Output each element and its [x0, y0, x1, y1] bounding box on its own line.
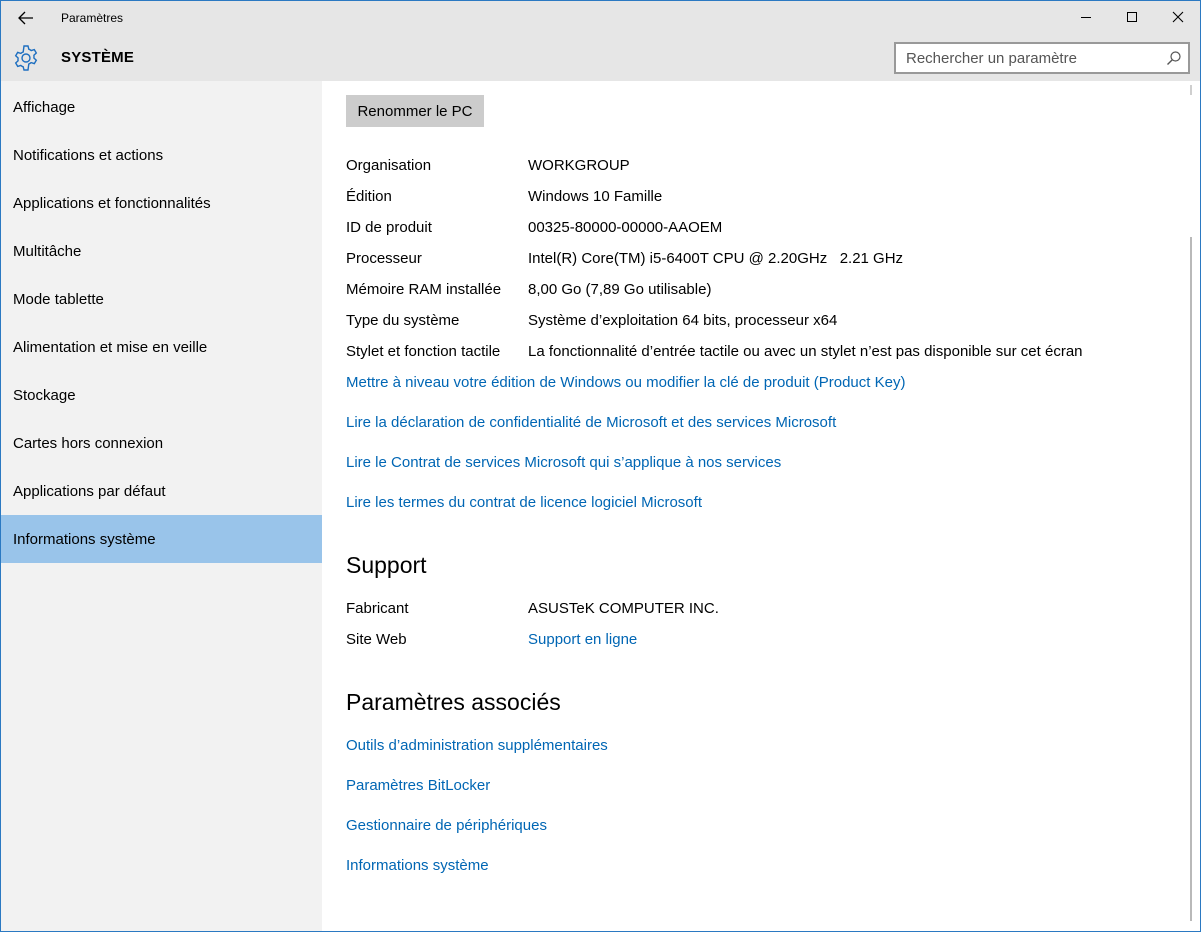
sidebar-item-informations-systeme[interactable]: Informations système [1, 515, 322, 563]
sidebar-item-applications[interactable]: Applications et fonctionnalités [1, 179, 322, 227]
title-bar: Paramètres SYSTÈME [1, 1, 1200, 81]
sidebar-item-label: Multitâche [13, 242, 82, 260]
sidebar-item-label: Affichage [13, 98, 76, 116]
info-label: Organisation [346, 157, 432, 174]
close-button[interactable] [1155, 1, 1200, 33]
sidebar: Affichage Notifications et actions Appli… [1, 81, 322, 931]
system-information-link[interactable]: Informations système [346, 857, 489, 874]
info-label: ID de produit [346, 219, 432, 236]
close-icon [1172, 11, 1184, 23]
sidebar-item-multitache[interactable]: Multitâche [1, 227, 322, 275]
app-title: Paramètres [61, 11, 124, 25]
info-value: 00325-80000-00000-AAOEM [528, 219, 723, 236]
info-label: Mémoire RAM installée [346, 281, 502, 298]
sidebar-item-affichage[interactable]: Affichage [1, 83, 322, 131]
sidebar-item-label: Applications et fonctionnalités [13, 194, 211, 212]
privacy-statement-link[interactable]: Lire la déclaration de confidentialité d… [346, 414, 836, 431]
support-heading: Support [346, 552, 427, 578]
device-manager-link[interactable]: Gestionnaire de périphériques [346, 817, 547, 834]
back-button[interactable] [7, 5, 45, 31]
sidebar-item-label: Notifications et actions [13, 146, 164, 164]
rename-pc-button[interactable]: Renommer le PC [346, 95, 484, 127]
search-input[interactable] [896, 44, 1156, 72]
info-label: Stylet et fonction tactile [346, 343, 501, 360]
info-label: Édition [346, 188, 392, 205]
search-icon[interactable] [1166, 50, 1182, 66]
upgrade-edition-link[interactable]: Mettre à niveau votre édition de Windows… [346, 374, 905, 391]
info-value: La fonctionnalité d’entrée tactile ou av… [528, 343, 1083, 360]
info-value: 8,00 Go (7,89 Go utilisable) [528, 281, 712, 298]
info-label: Site Web [346, 631, 407, 648]
sidebar-item-cartes[interactable]: Cartes hors connexion [1, 419, 322, 467]
info-label: Type du système [346, 312, 460, 329]
sidebar-item-label: Cartes hors connexion [13, 434, 164, 452]
sidebar-item-notifications[interactable]: Notifications et actions [1, 131, 322, 179]
minimize-button[interactable] [1063, 1, 1109, 33]
sidebar-item-label: Applications par défaut [13, 482, 166, 500]
admin-tools-link[interactable]: Outils d’administration supplémentaires [346, 737, 608, 754]
sidebar-item-alimentation[interactable]: Alimentation et mise en veille [1, 323, 322, 371]
license-terms-link[interactable]: Lire les termes du contrat de licence lo… [346, 494, 702, 511]
gear-icon [14, 45, 38, 71]
info-label: Processeur [346, 250, 422, 267]
minimize-icon [1081, 17, 1091, 18]
sidebar-item-label: Alimentation et mise en veille [13, 338, 208, 356]
back-arrow-icon [18, 11, 33, 25]
info-value: ASUSTeK COMPUTER INC. [528, 600, 719, 617]
related-settings-heading: Paramètres associés [346, 689, 561, 715]
services-agreement-link[interactable]: Lire le Contrat de services Microsoft qu… [346, 454, 781, 471]
scrollbar-thumb[interactable] [1190, 237, 1192, 921]
sidebar-item-label: Stockage [13, 386, 76, 404]
main-content: Renommer le PC Organisation WORKGROUP Éd… [322, 81, 1188, 931]
search-box[interactable] [894, 42, 1190, 74]
maximize-button[interactable] [1109, 1, 1155, 33]
sidebar-item-stockage[interactable]: Stockage [1, 371, 322, 419]
sidebar-item-label: Informations système [13, 530, 156, 548]
info-value: Intel(R) Core(TM) i5-6400T CPU @ 2.20GHz… [528, 250, 904, 267]
info-value: WORKGROUP [528, 157, 630, 174]
scrollbar-top [1190, 85, 1192, 95]
sidebar-item-mode-tablette[interactable]: Mode tablette [1, 275, 322, 323]
info-value: Système d’exploitation 64 bits, processe… [528, 312, 838, 329]
settings-window: Paramètres SYSTÈME Rechercher un paramèt… [0, 0, 1201, 932]
bitlocker-link[interactable]: Paramètres BitLocker [346, 777, 490, 794]
info-label: Fabricant [346, 600, 409, 617]
maximize-icon [1127, 12, 1137, 22]
scrollbar[interactable] [1189, 81, 1200, 931]
info-value: Windows 10 Famille [528, 188, 663, 205]
sidebar-item-applications-defaut[interactable]: Applications par défaut [1, 467, 322, 515]
support-online-link[interactable]: Support en ligne [528, 631, 637, 648]
section-title: SYSTÈME [61, 49, 135, 66]
sidebar-item-label: Mode tablette [13, 290, 104, 308]
